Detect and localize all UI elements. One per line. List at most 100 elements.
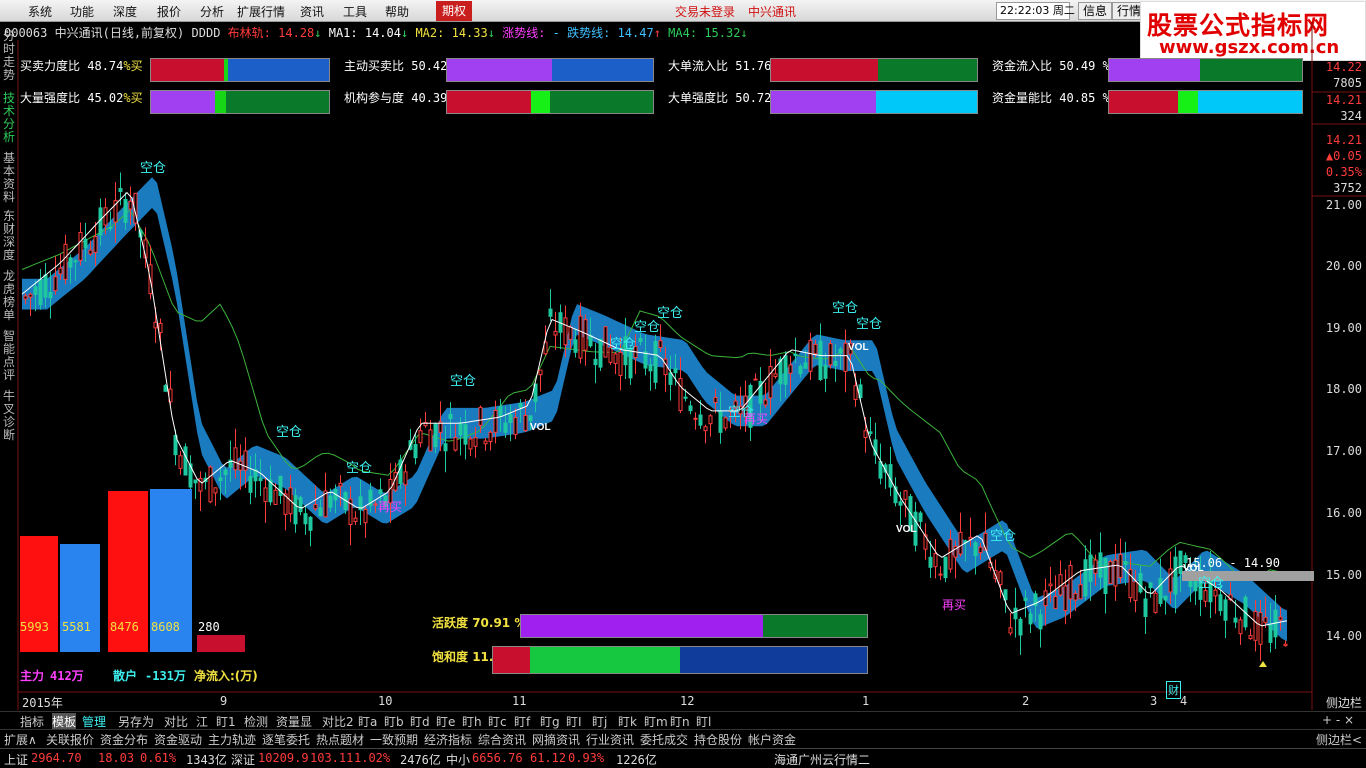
candle bbox=[553, 330, 558, 336]
empty-position-label: 空仓 bbox=[657, 305, 684, 320]
activity-label: 活跃度 70.91 % bbox=[432, 616, 526, 630]
toolbar-item[interactable]: 模板 bbox=[52, 713, 77, 730]
candle bbox=[1028, 613, 1033, 625]
bottom-tab[interactable]: 综合资讯 bbox=[478, 731, 526, 748]
candle bbox=[903, 490, 908, 500]
candle bbox=[183, 446, 188, 476]
bottom-tab[interactable]: 帐户资金 bbox=[748, 731, 796, 748]
toolbar-item[interactable]: 盯c bbox=[488, 713, 507, 730]
buy-signal-label: 再买 bbox=[744, 412, 769, 426]
candle bbox=[353, 517, 358, 522]
toolbar-item[interactable]: 盯k bbox=[618, 713, 637, 730]
candle bbox=[688, 405, 693, 412]
toolbar-item[interactable]: 资量显 bbox=[276, 713, 312, 730]
candle bbox=[53, 276, 58, 292]
bottom-tab[interactable]: 热点题材 bbox=[316, 731, 364, 748]
toolbar-item[interactable]: 盯l bbox=[696, 713, 711, 730]
candle bbox=[258, 477, 263, 482]
toolbar-item[interactable]: 盯h bbox=[462, 713, 482, 730]
toolbar-item[interactable]: 检测 bbox=[244, 713, 268, 730]
candle bbox=[898, 501, 903, 506]
candle bbox=[853, 385, 858, 400]
candle bbox=[618, 351, 623, 376]
toolbar-item[interactable]: 另存为 bbox=[118, 713, 154, 730]
bottom-tab[interactable]: 委托成交 bbox=[640, 731, 688, 748]
candle bbox=[668, 372, 673, 385]
candle bbox=[298, 497, 303, 513]
candle bbox=[918, 512, 923, 522]
sz-index: 10209.9 bbox=[258, 751, 309, 765]
toolbar-item[interactable]: 盯e bbox=[436, 713, 455, 730]
candle bbox=[128, 200, 133, 210]
candle bbox=[678, 378, 683, 412]
candle bbox=[1013, 607, 1018, 620]
candle bbox=[428, 429, 433, 452]
candle bbox=[948, 538, 953, 570]
candle bbox=[223, 469, 228, 476]
candle bbox=[788, 364, 793, 374]
candle bbox=[1098, 552, 1103, 578]
sh-label[interactable]: 上证 bbox=[4, 751, 28, 768]
toolbar-item[interactable]: 盯d bbox=[410, 713, 430, 730]
candle bbox=[123, 199, 128, 223]
bottom-tab[interactable]: 扩展∧ bbox=[4, 731, 37, 748]
bottom-tab[interactable]: 经济指标 bbox=[424, 731, 472, 748]
toolbar-item[interactable]: 对比 bbox=[164, 713, 188, 730]
toolbar-item[interactable]: 对比2 bbox=[322, 713, 354, 730]
toolbar-item[interactable]: 盯g bbox=[540, 713, 560, 730]
main-force-label: 主力 bbox=[20, 669, 45, 683]
candle bbox=[398, 459, 403, 484]
flow-value: 280 bbox=[198, 620, 220, 634]
candle bbox=[798, 365, 803, 375]
price-tick: 14.00 bbox=[1325, 629, 1362, 643]
bottom-tab[interactable]: 行业资讯 bbox=[586, 731, 634, 748]
bottom-tab[interactable]: 资金分布 bbox=[100, 731, 148, 748]
candle bbox=[23, 295, 28, 300]
bottom-tab[interactable]: 逐笔委托 bbox=[262, 731, 310, 748]
candle bbox=[453, 437, 458, 451]
toolbar-item[interactable]: 盯m bbox=[644, 713, 668, 730]
toolbar-item[interactable]: 盯a bbox=[358, 713, 377, 730]
toolbar-item[interactable]: 盯n bbox=[670, 713, 690, 730]
sz-label[interactable]: 深证 bbox=[231, 751, 255, 768]
bottom-tab[interactable]: 持仓股份 bbox=[694, 731, 742, 748]
toolbar-item[interactable]: 盯j bbox=[592, 713, 607, 730]
candle bbox=[1163, 595, 1168, 601]
toolbar-item[interactable]: 盯b bbox=[384, 713, 404, 730]
bottom-tab[interactable]: 主力轨迹 bbox=[208, 731, 256, 748]
empty-position-label: 空仓 bbox=[346, 460, 373, 475]
candle bbox=[1023, 597, 1028, 601]
candle bbox=[1008, 627, 1013, 634]
quote-server[interactable]: 海通广州云行情二 bbox=[774, 751, 870, 768]
zx-label[interactable]: 中小 bbox=[446, 751, 470, 768]
bottom-tab[interactable]: 资金驱动 bbox=[154, 731, 202, 748]
candle bbox=[373, 503, 378, 506]
bottom-tab[interactable]: 网摘资讯 bbox=[532, 731, 580, 748]
candle bbox=[248, 476, 253, 493]
candle bbox=[493, 410, 498, 433]
candle bbox=[488, 431, 493, 443]
toolbar-item[interactable]: 江 bbox=[196, 713, 208, 730]
saturation-bar bbox=[492, 646, 868, 674]
earnings-marker[interactable]: 财 bbox=[1166, 681, 1181, 699]
toolbar-item[interactable]: 盯1 bbox=[216, 713, 236, 730]
toolbar-item[interactable]: 盯f bbox=[514, 713, 530, 730]
candle bbox=[843, 342, 848, 372]
candle bbox=[43, 274, 48, 298]
candle bbox=[63, 243, 68, 280]
bottom-tab[interactable]: 关联报价 bbox=[46, 731, 94, 748]
bottom-tab[interactable]: 一致预期 bbox=[370, 731, 418, 748]
sh-pct: 0.61% bbox=[140, 751, 177, 765]
toolbar-item[interactable]: 管理 bbox=[82, 713, 106, 730]
vol-signal-label: VOL bbox=[530, 422, 551, 433]
candle bbox=[1143, 598, 1148, 617]
sidebar-toggle-button[interactable]: 侧边栏< bbox=[1316, 731, 1362, 748]
candle bbox=[793, 353, 798, 357]
toolbar-item[interactable]: 指标 bbox=[20, 713, 44, 730]
empty-position-label: 空仓 bbox=[1198, 575, 1225, 590]
candle bbox=[693, 417, 698, 420]
zoom-controls[interactable]: + - × bbox=[1322, 713, 1354, 727]
candle bbox=[1223, 599, 1228, 621]
toolbar-item[interactable]: 盯I bbox=[566, 713, 582, 730]
x-axis-label: 2 bbox=[1022, 694, 1030, 708]
